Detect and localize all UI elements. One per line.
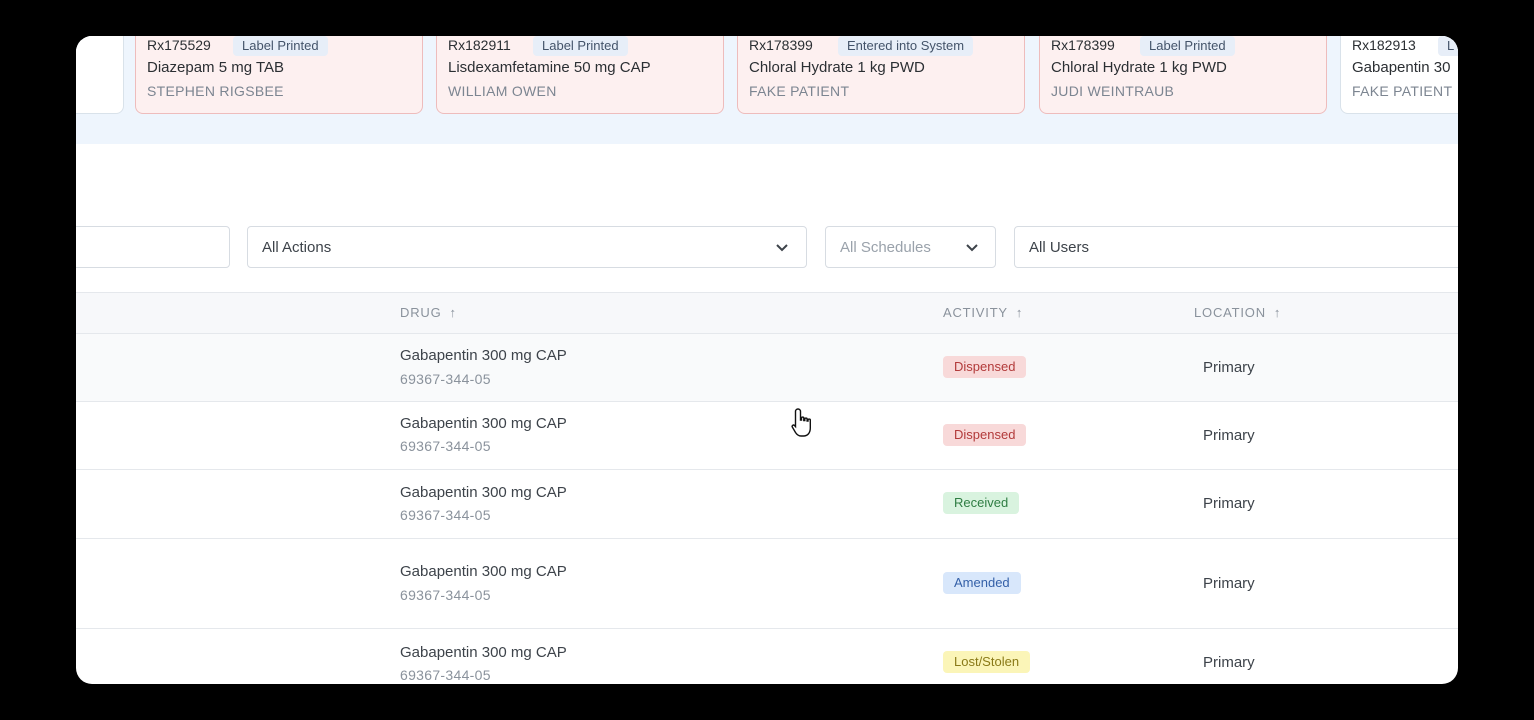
column-header-location[interactable]: LOCATION ↑ [1194, 305, 1281, 320]
prescription-card[interactable]: Rx178399 Entered into System Chloral Hyd… [737, 36, 1025, 114]
row-drug-name: Gabapentin 300 mg CAP [400, 484, 567, 501]
row-ndc: 69367-344-05 [400, 587, 491, 603]
row-drug-name: Gabapentin 300 mg CAP [400, 347, 567, 364]
activity-badge: Amended [943, 572, 1021, 594]
row-location: Primary [1203, 654, 1255, 671]
row-location: Primary [1203, 427, 1255, 444]
column-header-label: DRUG [400, 305, 442, 320]
rx-number: Rx182913 [1352, 37, 1416, 53]
table-header: DRUG ↑ ACTIVITY ↑ LOCATION ↑ [76, 292, 1458, 334]
row-ndc: 69367-344-05 [400, 667, 491, 683]
row-drug-name: Gabapentin 300 mg CAP [400, 644, 567, 661]
card-drug-name: Gabapentin 30 [1352, 59, 1451, 76]
table-row[interactable]: Gabapentin 300 mg CAP 69367-344-05 Recei… [76, 470, 1458, 539]
users-filter-value: All Users [1029, 239, 1090, 256]
table-row[interactable]: Gabapentin 300 mg CAP 69367-344-05 Dispe… [76, 334, 1458, 402]
table-row[interactable]: Gabapentin 300 mg CAP 69367-344-05 Lost/… [76, 629, 1458, 684]
row-ndc: 69367-344-05 [400, 371, 491, 387]
status-badge: Label Printed [1140, 36, 1235, 56]
actions-filter-value: All Actions [262, 239, 332, 256]
card-patient-name: WILLIAM OWEN [448, 83, 557, 99]
schedules-filter-value: All Schedules [840, 239, 931, 256]
row-drug-name: Gabapentin 300 mg CAP [400, 415, 567, 432]
column-header-drug[interactable]: DRUG ↑ [400, 305, 457, 320]
arrow-up-icon: ↑ [1273, 305, 1282, 320]
column-header-label: ACTIVITY [943, 305, 1008, 320]
row-location: Primary [1203, 575, 1255, 592]
arrow-up-icon: ↑ [1015, 305, 1024, 320]
card-drug-name: Chloral Hydrate 1 kg PWD [1051, 59, 1227, 76]
status-badge: L [1438, 36, 1458, 56]
column-header-label: LOCATION [1194, 305, 1266, 320]
hand-pointer-icon [791, 408, 811, 437]
card-drug-name: Chloral Hydrate 1 kg PWD [749, 59, 925, 76]
table-row[interactable]: Gabapentin 300 mg CAP 69367-344-05 Dispe… [76, 402, 1458, 470]
status-badge: Entered into System [838, 36, 974, 56]
users-filter-select[interactable]: All Users [1014, 226, 1458, 268]
row-location: Primary [1203, 359, 1255, 376]
row-ndc: 69367-344-05 [400, 507, 491, 523]
row-drug-name: Gabapentin 300 mg CAP [400, 563, 567, 580]
row-ndc: 69367-344-05 [400, 438, 491, 454]
status-badge: Label Printed [233, 36, 328, 56]
card-patient-name: FAKE PATIENT [1352, 83, 1453, 99]
rx-number: Rx182911 [448, 37, 511, 53]
actions-filter-select[interactable]: All Actions [247, 226, 807, 268]
prescription-queue-strip: Rx175529 Label Printed Diazepam 5 mg TAB… [76, 36, 1458, 144]
prescription-card[interactable]: Rx175529 Label Printed Diazepam 5 mg TAB… [135, 36, 423, 114]
status-badge: Label Printed [533, 36, 628, 56]
card-drug-name: Diazepam 5 mg TAB [147, 59, 284, 76]
column-header-activity[interactable]: ACTIVITY ↑ [943, 305, 1023, 320]
search-input[interactable] [76, 226, 230, 268]
prescription-card-offscreen[interactable] [76, 36, 124, 114]
activity-badge: Dispensed [943, 424, 1027, 446]
rx-number: Rx175529 [147, 37, 211, 53]
prescription-card[interactable]: Rx182911 Label Printed Lisdexamfetamine … [436, 36, 724, 114]
rx-number: Rx178399 [749, 37, 813, 53]
chevron-down-icon [966, 244, 978, 252]
app-window: Rx175529 Label Printed Diazepam 5 mg TAB… [76, 36, 1458, 684]
prescription-card[interactable]: Rx182913 L Gabapentin 30 FAKE PATIENT [1340, 36, 1458, 114]
card-patient-name: FAKE PATIENT [749, 83, 850, 99]
schedules-filter-select[interactable]: All Schedules [825, 226, 996, 268]
card-patient-name: STEPHEN RIGSBEE [147, 83, 284, 99]
arrow-up-icon: ↑ [449, 305, 457, 320]
activity-badge: Dispensed [943, 356, 1027, 378]
chevron-down-icon [776, 244, 788, 252]
row-location: Primary [1203, 495, 1255, 512]
table-row[interactable]: Gabapentin 300 mg CAP 69367-344-05 Amend… [76, 539, 1458, 629]
prescription-card[interactable]: Rx178399 Label Printed Chloral Hydrate 1… [1039, 36, 1327, 114]
card-drug-name: Lisdexamfetamine 50 mg CAP [448, 59, 651, 76]
card-patient-name: JUDI WEINTRAUB [1051, 83, 1175, 99]
rx-number: Rx178399 [1051, 37, 1115, 53]
activity-badge: Received [943, 492, 1020, 514]
activity-badge: Lost/Stolen [943, 651, 1031, 673]
